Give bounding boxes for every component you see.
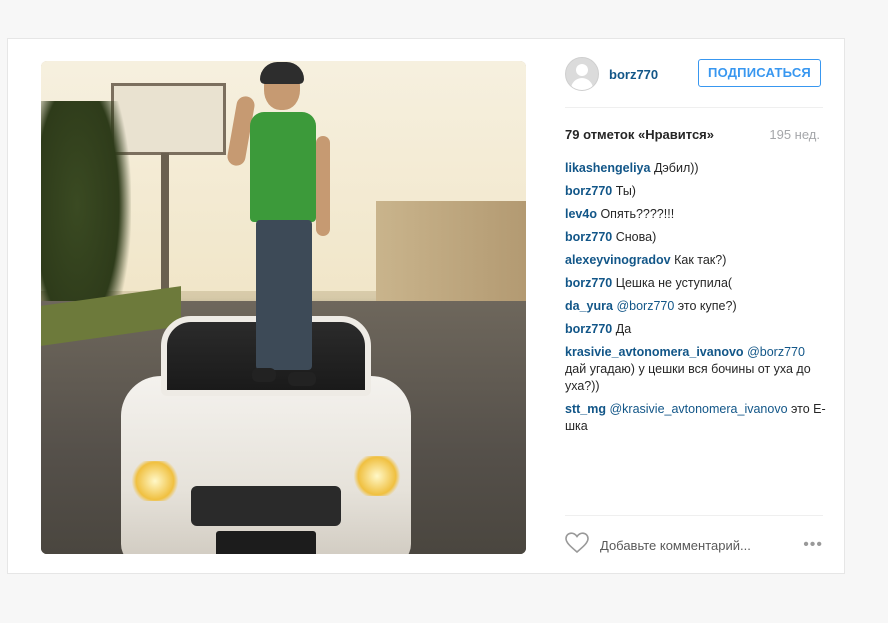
comment-text: это купе?) bbox=[677, 299, 737, 313]
comment-text: дай угадаю) у цешки вся бочины от уха до… bbox=[565, 362, 811, 393]
comment-author[interactable]: lev4o bbox=[565, 207, 597, 221]
comment: da_yura @borz770 это купе?) bbox=[565, 298, 827, 315]
photo-image bbox=[41, 61, 526, 554]
comment: lev4o Опять????!!! bbox=[565, 206, 827, 223]
comment-text: Дэбил)) bbox=[653, 161, 699, 175]
post-header: borz770 ПОДПИСАТЬСЯ bbox=[565, 51, 823, 108]
comment: krasivie_avtonomera_ivanovo @borz770 дай… bbox=[565, 344, 827, 395]
username-link[interactable]: borz770 bbox=[609, 67, 658, 82]
comment-author[interactable]: borz770 bbox=[565, 276, 612, 290]
post-photo[interactable] bbox=[27, 51, 538, 566]
comment-author[interactable]: alexeyvinogradov bbox=[565, 253, 671, 267]
comment-text: Да bbox=[615, 322, 632, 336]
comment: borz770 Да bbox=[565, 321, 827, 338]
comment-text: Снова) bbox=[615, 230, 657, 244]
comment-text: Цешка не уступила( bbox=[615, 276, 733, 290]
comments-list: likashengeliya Дэбил)) borz770 Ты) lev4o… bbox=[565, 160, 827, 441]
post-footer: Добавьте комментарий... ••• bbox=[565, 515, 823, 556]
comment-text: Опять????!!! bbox=[600, 207, 675, 221]
avatar[interactable] bbox=[565, 57, 599, 91]
comment: borz770 Ты) bbox=[565, 183, 827, 200]
add-comment-input[interactable]: Добавьте комментарий... bbox=[600, 538, 751, 553]
comment: borz770 Снова) bbox=[565, 229, 827, 246]
comment-author[interactable]: borz770 bbox=[565, 184, 612, 198]
comment-mention[interactable]: @krasivie_avtonomera_ivanovo bbox=[609, 402, 787, 416]
post-card: borz770 ПОДПИСАТЬСЯ 79 отметок «Нравится… bbox=[7, 38, 845, 574]
comment: borz770 Цешка не уступила( bbox=[565, 275, 827, 292]
comment: alexeyvinogradov Как так?) bbox=[565, 252, 827, 269]
comment-author[interactable]: borz770 bbox=[565, 322, 612, 336]
follow-button[interactable]: ПОДПИСАТЬСЯ bbox=[698, 59, 821, 87]
heart-icon[interactable] bbox=[565, 532, 589, 554]
comment-author[interactable]: stt_mg bbox=[565, 402, 606, 416]
comment-author[interactable]: borz770 bbox=[565, 230, 612, 244]
likes-count[interactable]: 79 отметок «Нравится» bbox=[565, 127, 714, 142]
person bbox=[226, 62, 330, 401]
comment-mention[interactable]: @borz770 bbox=[747, 345, 805, 359]
comment: likashengeliya Дэбил)) bbox=[565, 160, 827, 177]
comment-author[interactable]: da_yura bbox=[565, 299, 613, 313]
comment-mention[interactable]: @borz770 bbox=[616, 299, 674, 313]
comment-text: Как так?) bbox=[674, 253, 727, 267]
comment-author[interactable]: krasivie_avtonomera_ivanovo bbox=[565, 345, 744, 359]
comment-text: Ты) bbox=[615, 184, 636, 198]
comment: stt_mg @krasivie_avtonomera_ivanovo это … bbox=[565, 401, 827, 435]
comment-author[interactable]: likashengeliya bbox=[565, 161, 650, 175]
post-time[interactable]: 195 нед. bbox=[769, 127, 820, 142]
more-options-icon[interactable]: ••• bbox=[803, 536, 823, 554]
